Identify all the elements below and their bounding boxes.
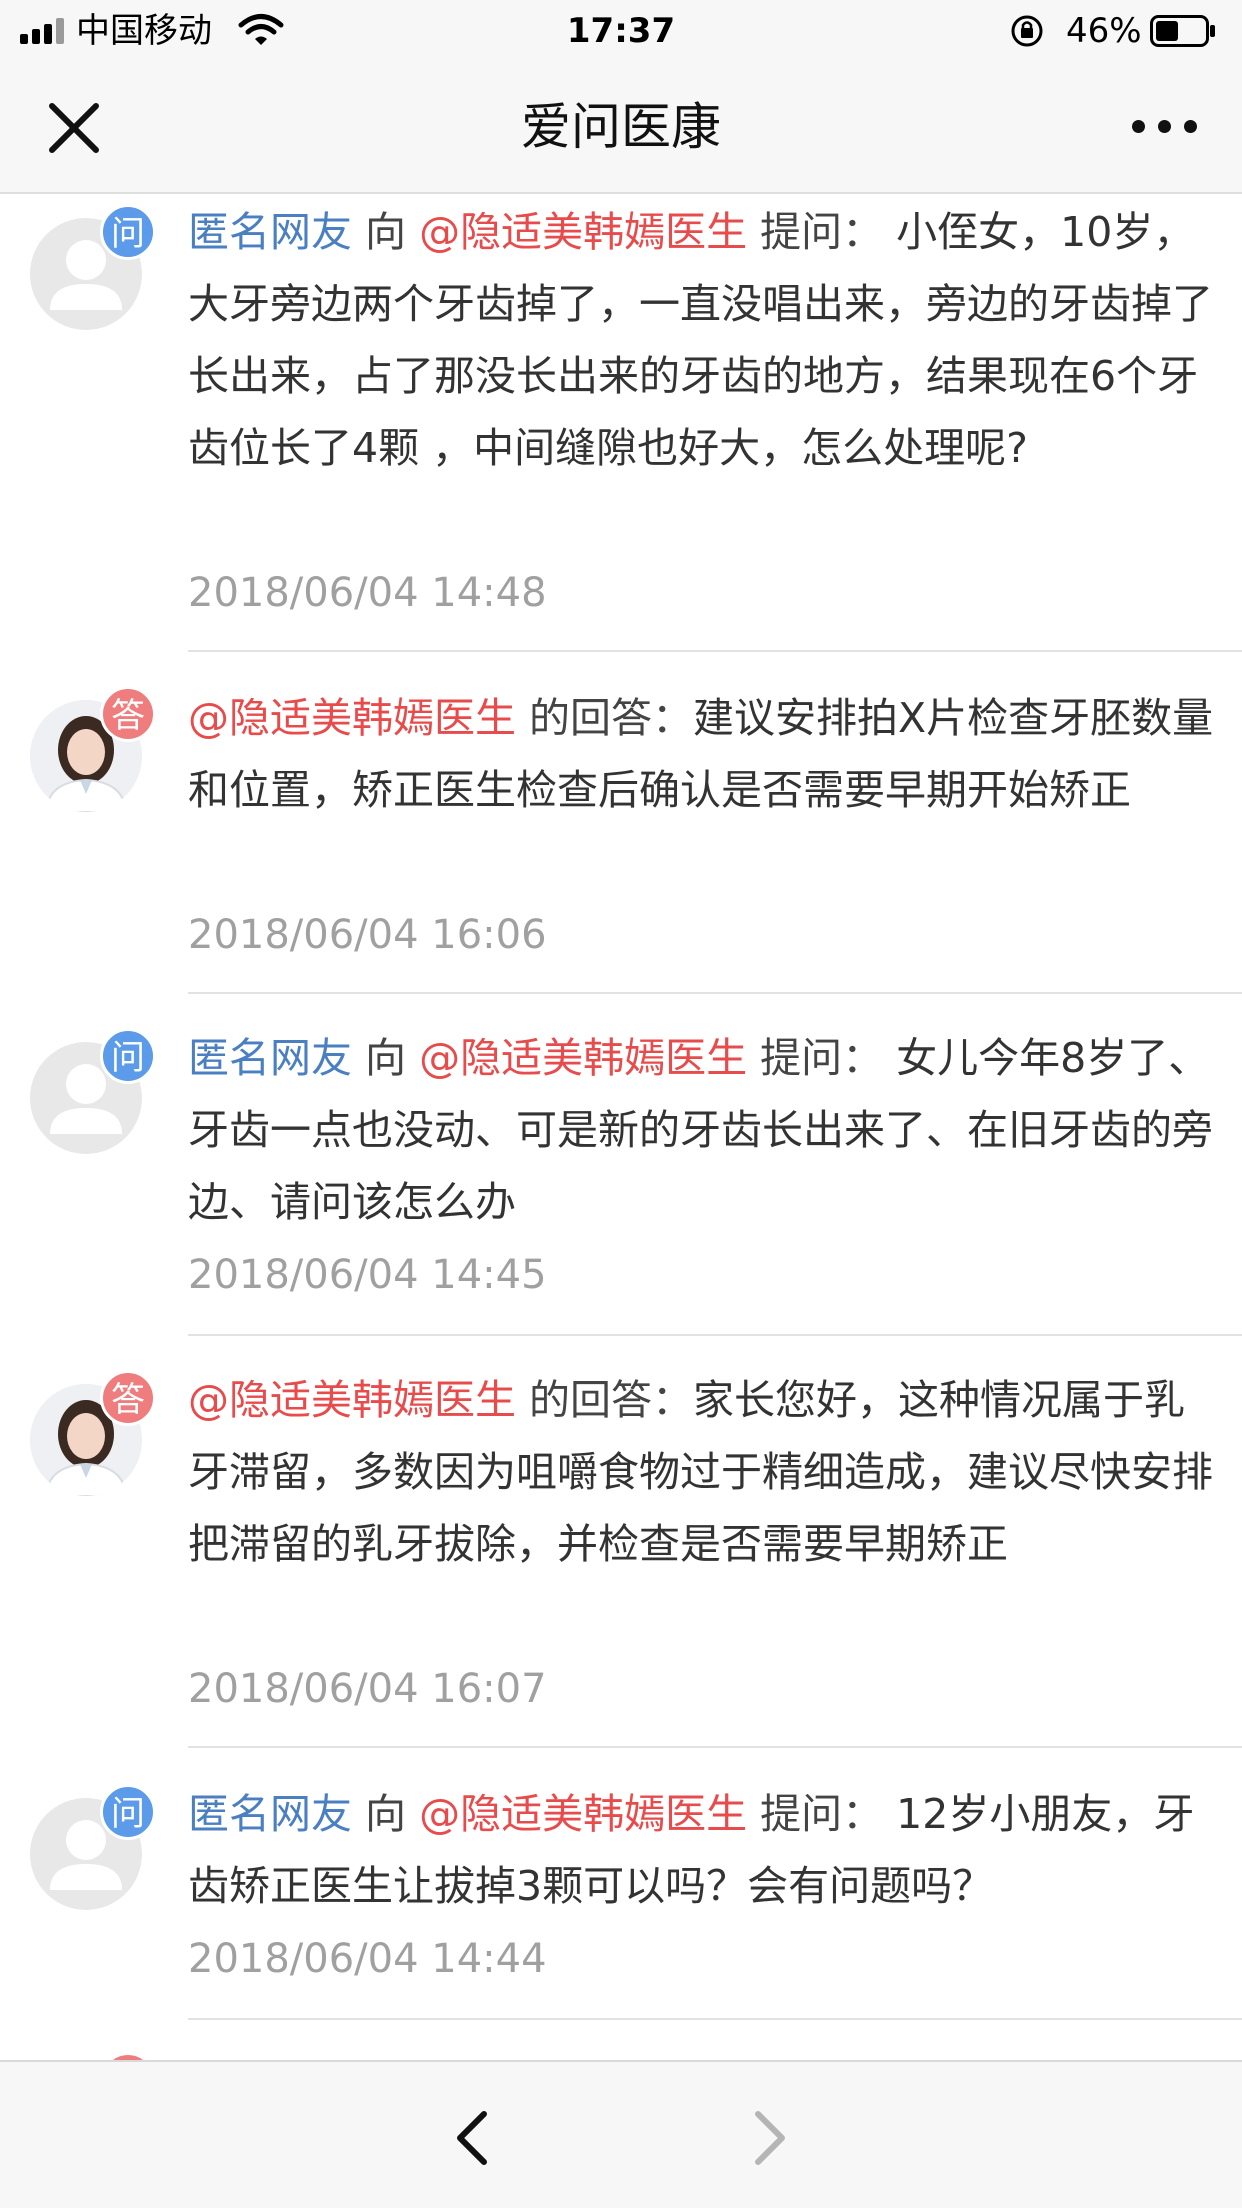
ask-label: 提问： (747, 1034, 897, 1082)
rotation-lock-icon (1011, 15, 1043, 47)
answer-badge (100, 2052, 156, 2060)
doctor-link[interactable]: @隐适美韩嫣医生 (188, 1376, 516, 1424)
asker-name[interactable]: 匿名网友 (188, 1790, 352, 1838)
answer-label: 的回答： (516, 694, 694, 742)
divider (188, 1746, 1242, 1748)
question-text: 匿名网友 向 @隐适美韩嫣医生 提问： 12岁小朋友，牙齿矫正医生让拔掉3颗可以… (188, 1778, 1218, 1922)
ask-label: 提问： (747, 1790, 897, 1838)
doctor-link[interactable]: @隐适美韩嫣医生 (419, 208, 747, 256)
answer-item[interactable]: 答 @隐适美韩嫣医生 的回答：家长您好，这种情况属于乳牙滞留，多数因为咀嚼食物过… (0, 1340, 1242, 1752)
ask-label: 提问： (747, 208, 897, 256)
doctor-avatar: 答 (30, 686, 156, 812)
answer-badge: 答 (100, 1370, 156, 1426)
question-text: 匿名网友 向 @隐适美韩嫣医生 提问： 女儿今年8岁了、牙齿一点也没动、可是新的… (188, 1022, 1218, 1238)
question-text: 匿名网友 向 @隐适美韩嫣医生 提问： 小侄女，10岁，大牙旁边两个牙齿掉了，一… (188, 196, 1218, 484)
answer-label: 的回答： (516, 1376, 694, 1424)
doctor-avatar: 答 (30, 1370, 156, 1496)
question-item[interactable]: 问 匿名网友 向 @隐适美韩嫣医生 提问： 12岁小朋友，牙齿矫正医生让拔掉3颗… (0, 1752, 1242, 2028)
question-item[interactable]: 问 匿名网友 向 @隐适美韩嫣医生 提问： 小侄女，10岁，大牙旁边两个牙齿掉了… (0, 194, 1242, 654)
more-icon[interactable] (1132, 120, 1198, 134)
timestamp: 2018/06/04 14:45 (188, 1252, 547, 1298)
to-word: 向 (352, 208, 420, 256)
doctor-link[interactable]: @隐适美韩嫣医生 (419, 1790, 747, 1838)
asker-avatar: 问 (30, 204, 156, 330)
question-item[interactable]: 问 匿名网友 向 @隐适美韩嫣医生 提问： 女儿今年8岁了、牙齿一点也没动、可是… (0, 996, 1242, 1340)
answer-text: @隐适美韩嫣医生 的回答：建议安排拍X片检查牙胚数量和位置，矫正医生检查后确认是… (188, 682, 1218, 826)
divider (188, 2018, 1242, 2020)
page: 中国移动 17:37 46% 爱问医康 问 匿名网友 向 @隐适美韩嫣医生 提问… (0, 0, 1242, 2208)
divider (188, 1334, 1242, 1336)
timestamp: 2018/06/04 14:44 (188, 1936, 547, 1982)
qa-list: 问 匿名网友 向 @隐适美韩嫣医生 提问： 小侄女，10岁，大牙旁边两个牙齿掉了… (0, 194, 1242, 2060)
back-arrow-icon[interactable] (452, 2108, 492, 2168)
answer-item[interactable]: 答 @隐适美韩嫣医生 的回答：建议安排拍X片检查牙胚数量和位置，矫正医生检查后确… (0, 654, 1242, 996)
timestamp: 2018/06/04 16:06 (188, 912, 547, 958)
timestamp: 2018/06/04 14:48 (188, 570, 547, 616)
answer-text: @隐适美韩嫣医生 的回答：家长您好，这种情况属于乳牙滞留，多数因为咀嚼食物过于精… (188, 1364, 1218, 1580)
asker-name[interactable]: 匿名网友 (188, 208, 352, 256)
ask-badge: 问 (100, 1784, 156, 1840)
to-word: 向 (352, 1034, 420, 1082)
to-word: 向 (352, 1790, 420, 1838)
forward-arrow-icon[interactable] (750, 2108, 790, 2168)
battery-icon (1150, 15, 1215, 47)
doctor-link[interactable]: @隐适美韩嫣医生 (188, 694, 516, 742)
asker-avatar: 问 (30, 1028, 156, 1154)
asker-name[interactable]: 匿名网友 (188, 1034, 352, 1082)
nav-bar: 爱问医康 (0, 62, 1242, 194)
bottom-toolbar (0, 2060, 1242, 2208)
doctor-link[interactable]: @隐适美韩嫣医生 (419, 1034, 747, 1082)
divider (188, 992, 1242, 994)
battery-percent: 46% (1066, 11, 1142, 51)
page-title: 爱问医康 (521, 98, 721, 156)
status-bar: 中国移动 17:37 46% (0, 0, 1242, 62)
divider (188, 650, 1242, 652)
ask-badge: 问 (100, 1028, 156, 1084)
timestamp: 2018/06/04 16:07 (188, 1666, 547, 1712)
asker-avatar: 问 (30, 1784, 156, 1910)
clock: 17:37 (566, 11, 676, 51)
ask-badge: 问 (100, 204, 156, 260)
answer-badge: 答 (100, 686, 156, 742)
